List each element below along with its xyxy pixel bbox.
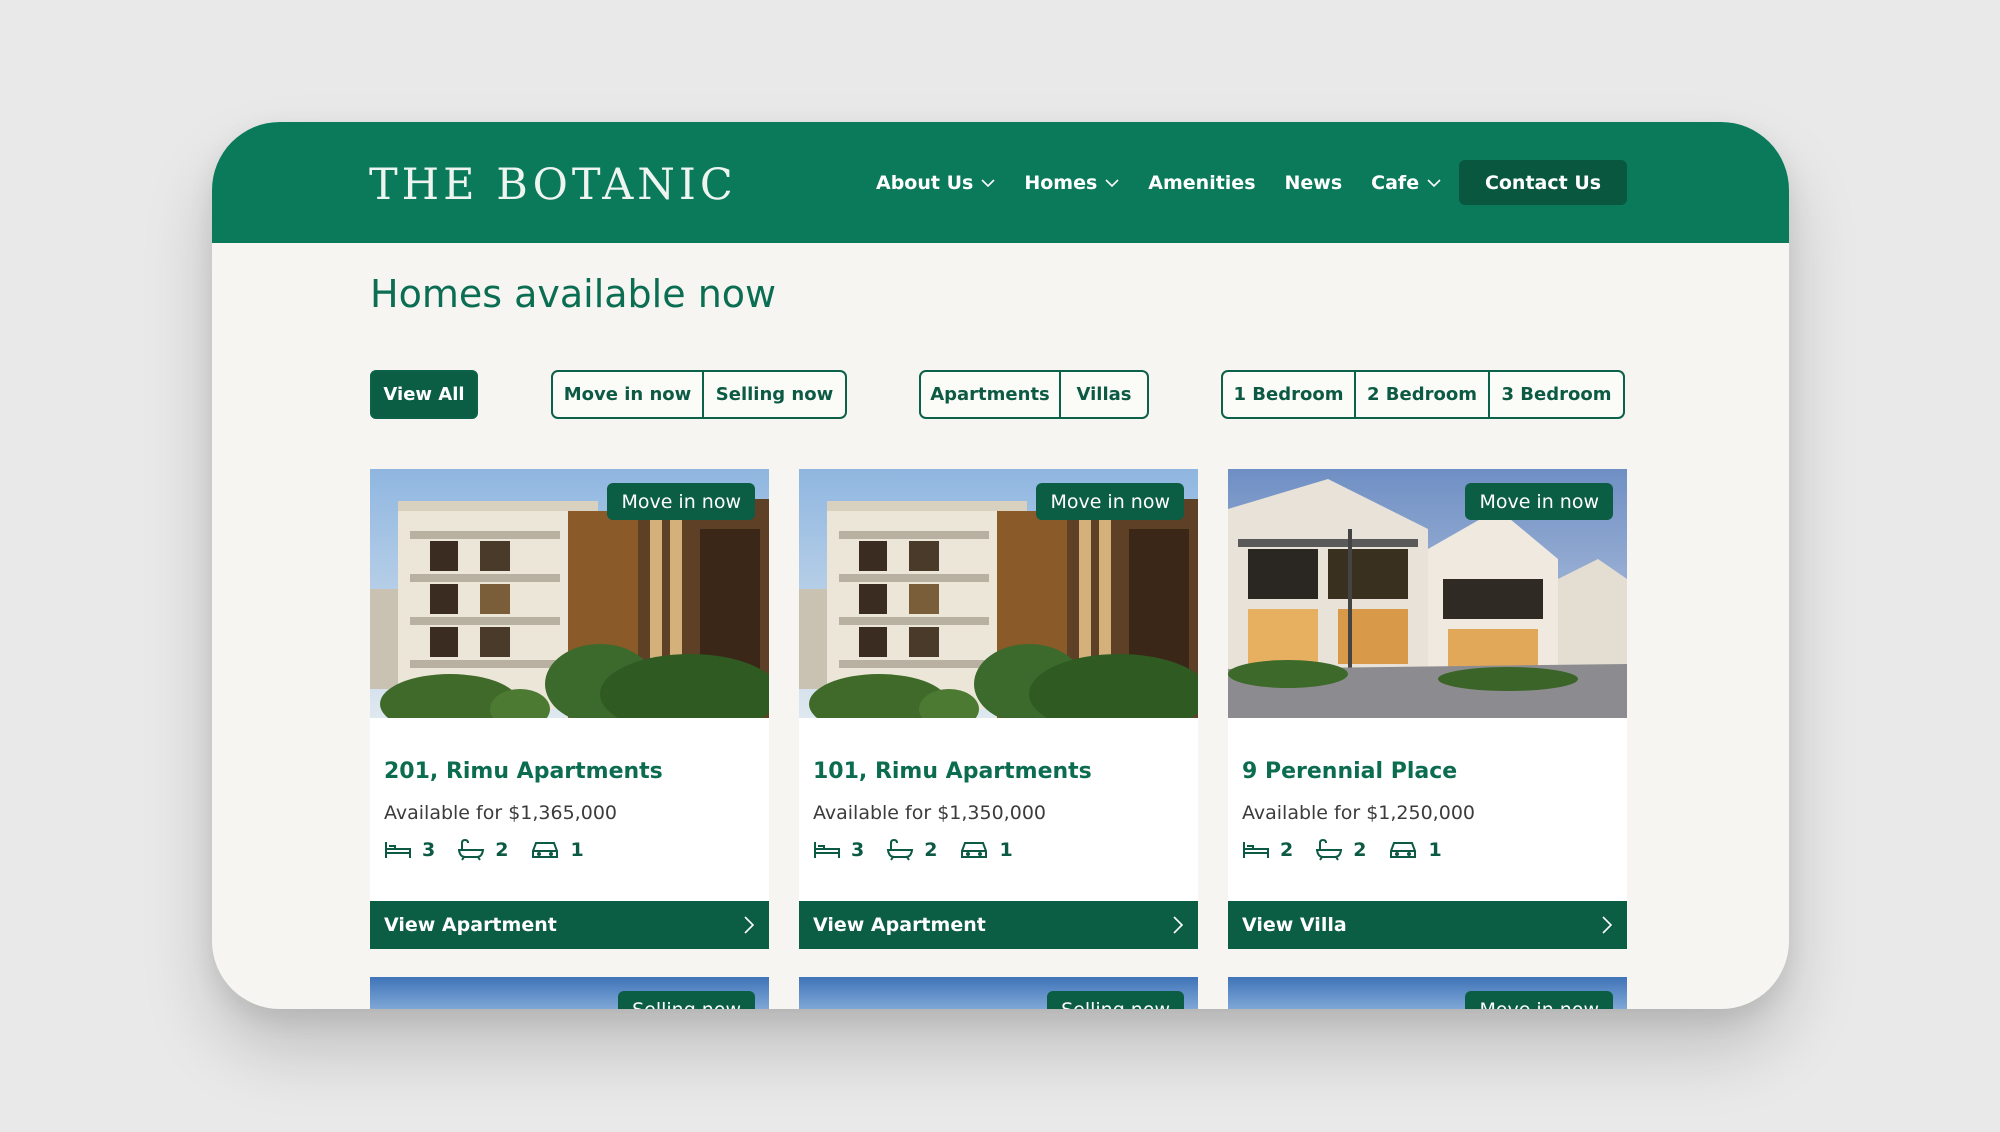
status-badge: Move in now <box>1465 991 1613 1009</box>
listing-features: 3 2 1 <box>813 839 1035 861</box>
bed-icon <box>385 842 411 858</box>
bathroom-count: 2 <box>924 839 938 861</box>
bath-icon <box>458 839 485 861</box>
parking-count: 1 <box>570 839 584 861</box>
status-badge: Selling now <box>1047 991 1184 1009</box>
page-title: Homes available now <box>370 272 777 316</box>
filter-bedroom-group: 1 Bedroom 2 Bedroom 3 Bedroom <box>1221 370 1625 419</box>
site-logo[interactable]: THE BOTANIC <box>369 160 737 210</box>
status-badge: Move in now <box>1465 483 1613 520</box>
status-badge: Move in now <box>607 483 755 520</box>
filter-type-group: Apartments Villas <box>919 370 1149 419</box>
view-listing-label: View Villa <box>1242 914 1347 936</box>
nav-label: News <box>1284 172 1343 194</box>
chevron-right-icon <box>1602 916 1613 934</box>
chevron-right-icon <box>744 916 755 934</box>
filter-1-bedroom-button[interactable]: 1 Bedroom <box>1221 370 1356 419</box>
filter-3-bedroom-button[interactable]: 3 Bedroom <box>1490 370 1625 419</box>
listing-card-partial[interactable]: Selling now <box>370 977 769 1009</box>
contact-us-button[interactable]: Contact Us <box>1459 160 1627 205</box>
bath-icon <box>1316 839 1343 861</box>
site-header: THE BOTANIC About Us Homes Amenities New… <box>212 122 1789 243</box>
apartment-building-photo[interactable]: Move in now <box>799 469 1198 718</box>
filter-villas-button[interactable]: Villas <box>1061 370 1149 419</box>
bath-icon <box>887 839 914 861</box>
nav-label: About Us <box>876 172 974 194</box>
filter-2-bedroom-button[interactable]: 2 Bedroom <box>1356 370 1490 419</box>
filter-selling-now-button[interactable]: Selling now <box>704 370 847 419</box>
view-listing-label: View Apartment <box>384 914 557 936</box>
chevron-right-icon <box>1173 916 1184 934</box>
nav-label: Amenities <box>1148 172 1256 194</box>
bedroom-count: 2 <box>1280 839 1294 861</box>
listing-card-partial[interactable]: Selling now <box>799 977 1198 1009</box>
listing-card[interactable]: Move in now 101, Rimu Apartments Availab… <box>799 469 1198 949</box>
browser-frame: THE BOTANIC About Us Homes Amenities New… <box>212 122 1789 1009</box>
bed-icon <box>814 842 840 858</box>
listing-features: 3 2 1 <box>384 839 606 861</box>
parking-count: 1 <box>1428 839 1442 861</box>
bed-icon <box>1243 842 1269 858</box>
view-listing-button[interactable]: View Apartment <box>799 901 1198 949</box>
listing-price: Available for $1,350,000 <box>813 802 1046 824</box>
view-listing-button[interactable]: View Apartment <box>370 901 769 949</box>
listing-price: Available for $1,250,000 <box>1242 802 1475 824</box>
filter-apartments-button[interactable]: Apartments <box>919 370 1061 419</box>
listing-card[interactable]: Move in now 201, Rimu Apartments Availab… <box>370 469 769 949</box>
nav-cafe[interactable]: Cafe <box>1371 172 1441 194</box>
nav-label: Homes <box>1024 172 1098 194</box>
listing-features: 2 2 1 <box>1242 839 1464 861</box>
nav-label: Cafe <box>1371 172 1420 194</box>
car-icon <box>961 842 988 858</box>
bathroom-count: 2 <box>495 839 509 861</box>
parking-count: 1 <box>999 839 1013 861</box>
car-icon <box>1390 842 1417 858</box>
villa-photo[interactable]: Move in now <box>1228 469 1627 718</box>
nav-homes[interactable]: Homes <box>1024 172 1119 194</box>
listing-card-partial[interactable]: Move in now <box>1228 977 1627 1009</box>
status-badge: Move in now <box>1036 483 1184 520</box>
chevron-down-icon <box>981 178 995 187</box>
bedroom-count: 3 <box>851 839 865 861</box>
filter-status-group: Move in now Selling now <box>551 370 847 419</box>
apartment-building-photo[interactable]: Move in now <box>370 469 769 718</box>
nav-amenities[interactable]: Amenities <box>1148 172 1255 194</box>
bedroom-count: 3 <box>422 839 436 861</box>
status-badge: Selling now <box>618 991 755 1009</box>
filter-view-all-group: View All <box>370 370 478 419</box>
chevron-down-icon <box>1105 178 1119 187</box>
listing-title[interactable]: 101, Rimu Apartments <box>813 759 1092 784</box>
filter-view-all-button[interactable]: View All <box>370 370 478 419</box>
main-nav: About Us Homes Amenities News Cafe <box>876 168 1470 198</box>
listing-title[interactable]: 201, Rimu Apartments <box>384 759 663 784</box>
view-listing-label: View Apartment <box>813 914 986 936</box>
nav-about-us[interactable]: About Us <box>876 172 995 194</box>
view-listing-button[interactable]: View Villa <box>1228 901 1627 949</box>
nav-news[interactable]: News <box>1285 172 1343 194</box>
bathroom-count: 2 <box>1353 839 1367 861</box>
listing-title[interactable]: 9 Perennial Place <box>1242 759 1457 784</box>
listing-card[interactable]: Move in now 9 Perennial Place Available … <box>1228 469 1627 949</box>
filter-move-in-now-button[interactable]: Move in now <box>551 370 704 419</box>
listing-price: Available for $1,365,000 <box>384 802 617 824</box>
chevron-down-icon <box>1427 178 1441 187</box>
car-icon <box>532 842 559 858</box>
